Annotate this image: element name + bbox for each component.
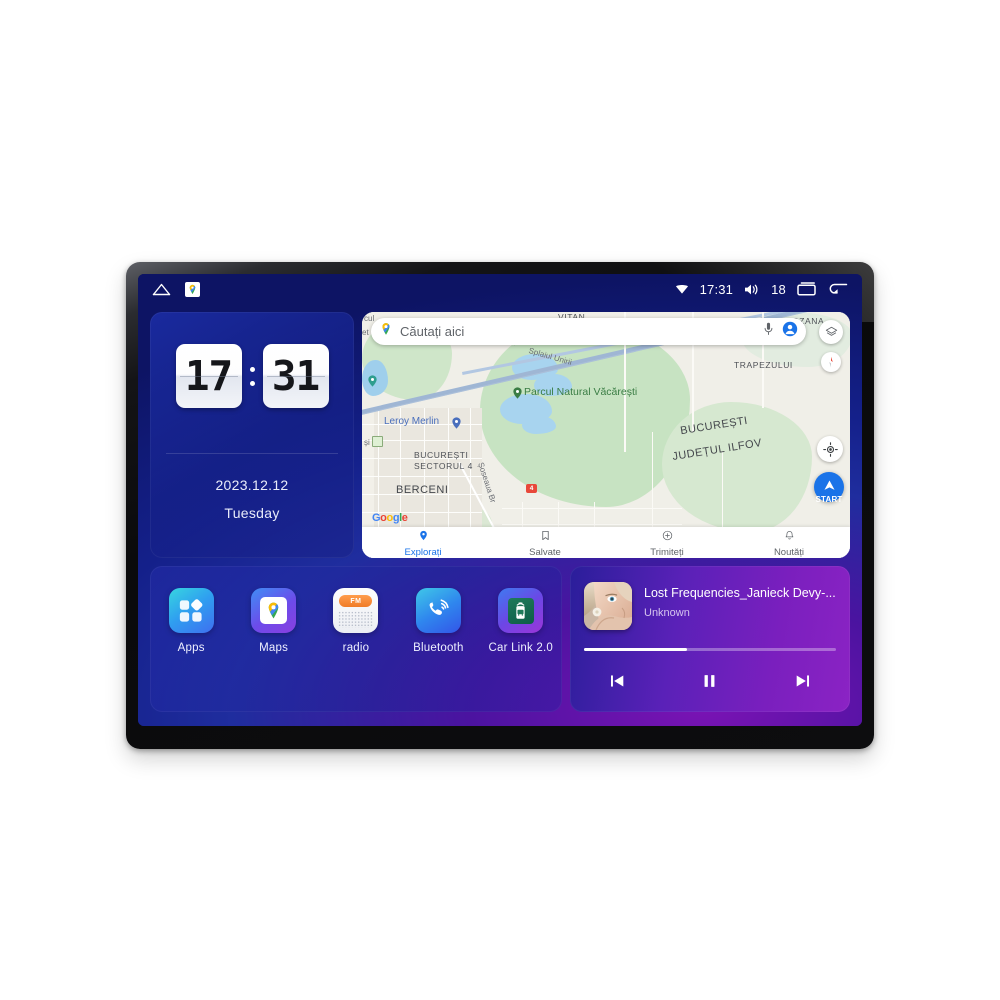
progress-fill [584,648,688,651]
clock-divider [166,453,338,454]
map-nav-saved[interactable]: Salvate [484,528,606,558]
microphone-icon[interactable] [763,322,774,341]
bluetooth-phone-icon [415,588,461,633]
map-start-navigation-button[interactable]: START [814,472,844,504]
road-shield-number: 4 [529,485,534,492]
music-player-widget[interactable]: Lost Frequencies_Janieck Devy-... Unknow… [570,566,850,712]
map-label: TRAPEZULUI [734,360,793,370]
map-label: cul [364,314,375,323]
map-start-label: START [815,495,843,504]
park-pin-icon[interactable] [513,386,522,399]
home-content: 17 31 2023.12.12 Tuesday 4 OZANA TRAPEZU… [138,304,862,726]
map-label: BERCENI [396,484,449,496]
map-nav-contribute[interactable]: Trimiteți [606,528,728,558]
flip-clock: 17 31 [150,344,354,408]
app-bluetooth[interactable]: Bluetooth [402,588,474,654]
status-bar: 17:31 18 [138,274,862,304]
apps-grid-icon [168,588,214,633]
google-maps-widget[interactable]: 4 OZANA TRAPEZULUI BUCUREȘTI JUDEȚUL ILF… [362,312,850,558]
store-pin-icon[interactable] [452,416,461,429]
android-home-screen: 17:31 18 17 31 2023.12.12 Tuesday 4 OZAN… [138,274,862,726]
poi-box-icon [372,436,383,447]
map-nav-label: Trimiteți [650,546,684,558]
map-pin-icon [418,528,429,546]
map-bottom-nav: Explorați Salvate Trimiteți Noutăți [362,527,850,558]
app-dock-row: Apps Maps FM radio Bluetooth Car Link 2.… [150,588,562,654]
app-label: Maps [259,642,289,654]
status-time: 17:31 [699,281,734,297]
road-shield: 4 [526,484,537,493]
clock-widget[interactable]: 17 31 2023.12.12 Tuesday [150,312,354,558]
fm-band: FM [339,595,373,607]
clock-minutes: 31 [262,344,329,408]
status-bar-right: 17:31 18 [675,282,848,297]
map-nav-label: Salvate [529,546,561,558]
recents-icon[interactable] [797,282,817,296]
map-nav-explore[interactable]: Explorați [362,528,484,558]
bell-icon [784,528,795,546]
app-label: Car Link 2.0 [488,642,553,654]
map-label-poi: Leroy Merlin [384,416,440,427]
back-icon[interactable] [828,282,848,296]
map-compass-button[interactable] [821,352,841,372]
app-label: Bluetooth [413,642,464,654]
home-icon[interactable] [152,282,171,296]
account-avatar-icon[interactable] [782,321,798,342]
app-radio[interactable]: FM radio [320,588,392,654]
clock-date: 2023.12.12 [215,477,289,493]
progress-bar[interactable] [584,648,836,651]
status-bar-left [152,281,200,297]
app-label: radio [342,642,370,654]
fm-radio-icon: FM [333,588,379,633]
app-label: Apps [177,642,205,654]
skip-previous-icon[interactable] [595,666,639,696]
map-label: BUCUREȘTI [414,450,469,460]
player-controls [570,666,850,696]
map-label-poi: Parcul Natural Văcărești [524,386,638,398]
car-head-unit-device: 17:31 18 17 31 2023.12.12 Tuesday 4 OZAN… [126,262,874,749]
pause-icon[interactable] [688,666,732,696]
plus-circle-icon [662,528,673,546]
app-maps[interactable]: Maps [238,588,310,654]
map-search-input[interactable]: Căutați aici [400,324,763,339]
clock-colon [249,366,256,386]
app-apps[interactable]: Apps [155,588,227,654]
volume-icon[interactable] [744,283,760,296]
map-label: și [364,438,370,447]
map-nav-label: Noutăți [773,546,805,558]
google-maps-pin-icon [379,322,393,341]
clock-weekday: Tuesday [224,505,280,521]
map-my-location-button[interactable] [817,436,843,462]
misc-pin-icon[interactable] [368,374,377,387]
map-canvas[interactable]: 4 OZANA TRAPEZULUI BUCUREȘTI JUDEȚUL ILF… [362,312,850,558]
wifi-icon [675,283,689,295]
app-dock: Apps Maps FM radio Bluetooth Car Link 2.… [150,566,562,712]
car-link-icon [498,588,544,633]
radio-speaker-grill [338,611,374,628]
google-maps-icon [251,588,297,633]
skip-next-icon[interactable] [781,666,825,696]
app-car-link[interactable]: Car Link 2.0 [485,588,557,654]
map-label: SECTORUL 4 [414,461,473,471]
device-display: 17:31 18 17 31 2023.12.12 Tuesday 4 OZAN… [138,274,862,726]
track-title: Lost Frequencies_Janieck Devy-... [644,586,836,600]
map-label: et [362,328,369,337]
google-watermark: Google [372,512,408,524]
album-art-portrait [584,582,632,630]
map-search-bar[interactable]: Căutați aici [371,318,806,345]
clock-hours: 17 [175,344,242,408]
map-nav-label: Explorați [404,546,442,558]
fm-band-label: FM [350,597,362,605]
track-artist: Unknown [644,607,690,619]
bookmark-icon [540,528,551,546]
map-nav-updates[interactable]: Noutăți [728,528,850,558]
screenshot-root: 17:31 18 17 31 2023.12.12 Tuesday 4 OZAN… [0,0,1000,1000]
volume-level: 18 [771,281,786,297]
maps-app-icon[interactable] [185,281,200,297]
map-layers-button[interactable] [819,320,843,344]
